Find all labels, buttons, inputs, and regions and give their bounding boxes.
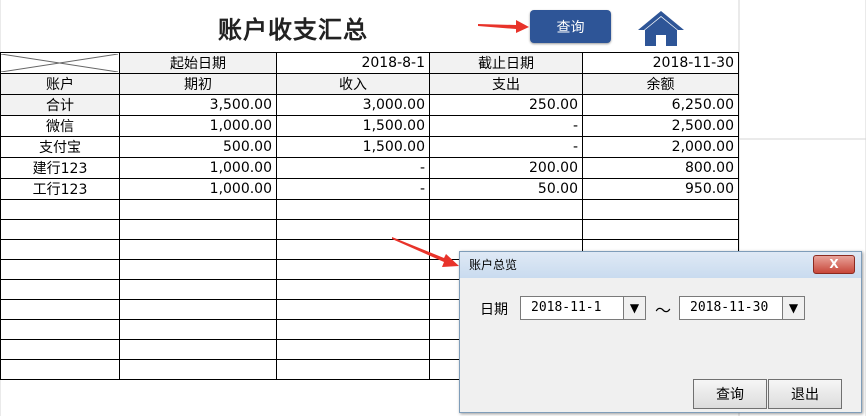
row-income[interactable]: 1,500.00 — [276, 115, 430, 137]
table-row: 工行123 1,000.00 - 50.00 950.00 — [0, 178, 739, 200]
total-expense[interactable]: 250.00 — [429, 94, 583, 116]
pointer-arrow-icon — [392, 237, 459, 267]
empty-cell[interactable] — [0, 319, 120, 340]
empty-cell[interactable] — [276, 359, 430, 380]
date-range-row: 起始日期 2018-8-1 截止日期 2018-11-30 — [0, 52, 739, 74]
empty-cell[interactable] — [119, 259, 277, 280]
row-account[interactable]: 建行123 — [0, 157, 120, 179]
empty-cell[interactable] — [119, 239, 277, 260]
empty-cell[interactable] — [276, 319, 430, 340]
to-date-value[interactable]: 2018-11-30 — [680, 297, 782, 319]
dialog-body: 日期 2018-11-1 ▼ ～ 2018-11-30 ▼ 查询 退出 — [460, 278, 861, 412]
empty-row — [0, 219, 739, 240]
end-date-label: 截止日期 — [429, 52, 583, 74]
dialog-query-button[interactable]: 查询 — [693, 379, 767, 409]
from-date-value[interactable]: 2018-11-1 — [521, 297, 623, 319]
row-account[interactable]: 支付宝 — [0, 136, 120, 158]
empty-cell[interactable] — [0, 299, 120, 320]
dialog-exit-button[interactable]: 退出 — [768, 379, 842, 409]
row-expense[interactable]: 50.00 — [429, 178, 583, 200]
diagonal-cell — [0, 52, 120, 74]
row-expense[interactable]: - — [429, 115, 583, 137]
total-label: 合计 — [0, 94, 120, 116]
row-balance[interactable]: 950.00 — [582, 178, 739, 200]
empty-cell[interactable] — [276, 339, 430, 360]
empty-cell[interactable] — [119, 199, 277, 220]
range-separator: ～ — [655, 301, 672, 320]
start-date-label: 起始日期 — [119, 52, 277, 74]
empty-cell[interactable] — [119, 219, 277, 240]
row-expense[interactable]: - — [429, 136, 583, 158]
row-income[interactable]: 1,500.00 — [276, 136, 430, 158]
empty-cell[interactable] — [276, 299, 430, 320]
chevron-down-icon[interactable]: ▼ — [623, 297, 645, 319]
empty-cell[interactable] — [119, 279, 277, 300]
row-balance[interactable]: 2,000.00 — [582, 136, 739, 158]
end-date-value[interactable]: 2018-11-30 — [582, 52, 739, 74]
table-row: 微信 1,000.00 1,500.00 - 2,500.00 — [0, 115, 739, 137]
date-label: 日期 — [480, 302, 508, 318]
to-date-combo[interactable]: 2018-11-30 ▼ — [679, 296, 805, 320]
row-account[interactable]: 微信 — [0, 115, 120, 137]
empty-cell[interactable] — [119, 299, 277, 320]
row-balance[interactable]: 800.00 — [582, 157, 739, 179]
empty-cell[interactable] — [0, 219, 120, 240]
empty-cell[interactable] — [582, 219, 739, 240]
total-row: 合计 3,500.00 3,000.00 250.00 6,250.00 — [0, 94, 739, 116]
row-expense[interactable]: 200.00 — [429, 157, 583, 179]
page-title: 账户收支汇总 — [218, 16, 368, 44]
row-balance[interactable]: 2,500.00 — [582, 115, 739, 137]
empty-cell[interactable] — [0, 239, 120, 260]
row-opening[interactable]: 500.00 — [119, 136, 277, 158]
empty-cell[interactable] — [0, 339, 120, 360]
row-opening[interactable]: 1,000.00 — [119, 115, 277, 137]
col-header-expense: 支出 — [429, 73, 583, 95]
query-button[interactable]: 查询 — [530, 10, 611, 43]
account-overview-dialog: 账户总览 X 日期 2018-11-1 ▼ ～ 2018-11-30 ▼ 查询 … — [459, 251, 862, 413]
home-icon[interactable] — [636, 8, 686, 48]
total-income[interactable]: 3,000.00 — [276, 94, 430, 116]
start-date-value[interactable]: 2018-8-1 — [276, 52, 430, 74]
from-date-combo[interactable]: 2018-11-1 ▼ — [520, 296, 646, 320]
total-balance[interactable]: 6,250.00 — [582, 94, 739, 116]
row-income[interactable]: - — [276, 157, 430, 179]
empty-cell[interactable] — [582, 199, 739, 220]
empty-cell[interactable] — [0, 279, 120, 300]
empty-cell[interactable] — [119, 339, 277, 360]
empty-cell[interactable] — [276, 279, 430, 300]
empty-cell[interactable] — [0, 359, 120, 380]
row-account[interactable]: 工行123 — [0, 178, 120, 200]
header-row: 账户 期初 收入 支出 余额 — [0, 73, 739, 95]
table-row: 支付宝 500.00 1,500.00 - 2,000.00 — [0, 136, 739, 158]
row-opening[interactable]: 1,000.00 — [119, 157, 277, 179]
empty-cell[interactable] — [0, 259, 120, 280]
close-button[interactable]: X — [813, 255, 855, 274]
pointer-arrow-icon — [478, 20, 529, 33]
empty-row — [0, 199, 739, 220]
empty-cell[interactable] — [0, 199, 120, 220]
empty-cell[interactable] — [429, 199, 583, 220]
col-header-opening: 期初 — [119, 73, 277, 95]
row-income[interactable]: - — [276, 178, 430, 200]
col-header-balance: 余额 — [582, 73, 739, 95]
table-row: 建行123 1,000.00 - 200.00 800.00 — [0, 157, 739, 179]
col-header-income: 收入 — [276, 73, 430, 95]
empty-cell[interactable] — [276, 199, 430, 220]
col-header-account: 账户 — [0, 73, 120, 95]
total-opening[interactable]: 3,500.00 — [119, 94, 277, 116]
chevron-down-icon[interactable]: ▼ — [782, 297, 804, 319]
dialog-title: 账户总览 — [460, 252, 861, 278]
empty-cell[interactable] — [119, 359, 277, 380]
row-opening[interactable]: 1,000.00 — [119, 178, 277, 200]
empty-cell[interactable] — [119, 319, 277, 340]
